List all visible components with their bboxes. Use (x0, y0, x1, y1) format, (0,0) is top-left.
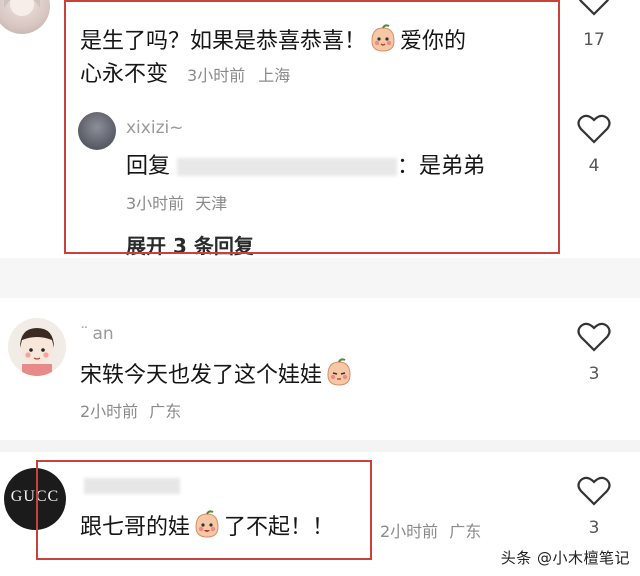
location: 广东 (149, 402, 182, 421)
heart-outline-icon (577, 322, 611, 352)
avatar[interactable] (0, 0, 50, 34)
heart-outline-icon (577, 476, 611, 506)
like-count: 3 (588, 518, 600, 538)
peach-face-emoji-icon (324, 358, 354, 388)
watermark: 头条 @小木檀笔记 (500, 549, 630, 567)
avatar[interactable] (8, 318, 66, 376)
divider (0, 258, 640, 298)
highlight-box (64, 0, 560, 254)
highlight-box (36, 460, 372, 560)
comment-text: 宋轶今天也发了这个娃娃 (80, 358, 356, 393)
divider (0, 440, 640, 452)
heart-outline-icon (578, 0, 610, 16)
like-count: 3 (588, 364, 600, 384)
like-button[interactable]: 4 (574, 114, 614, 176)
heart-outline-icon (577, 114, 611, 144)
like-button[interactable]: 17 (574, 0, 614, 50)
location: 广东 (449, 522, 482, 541)
timestamp: 2小时前 (80, 402, 139, 421)
like-button[interactable]: 3 (574, 476, 614, 538)
like-button[interactable]: 3 (574, 322, 614, 384)
like-count: 17 (583, 30, 605, 50)
like-count: 4 (588, 156, 600, 176)
comment-meta: 2小时前 广东 (80, 398, 181, 422)
timestamp: 2小时前 (380, 522, 439, 541)
comment-meta: 2小时前 广东 (380, 518, 481, 542)
username[interactable]: ¨ an (80, 324, 114, 344)
